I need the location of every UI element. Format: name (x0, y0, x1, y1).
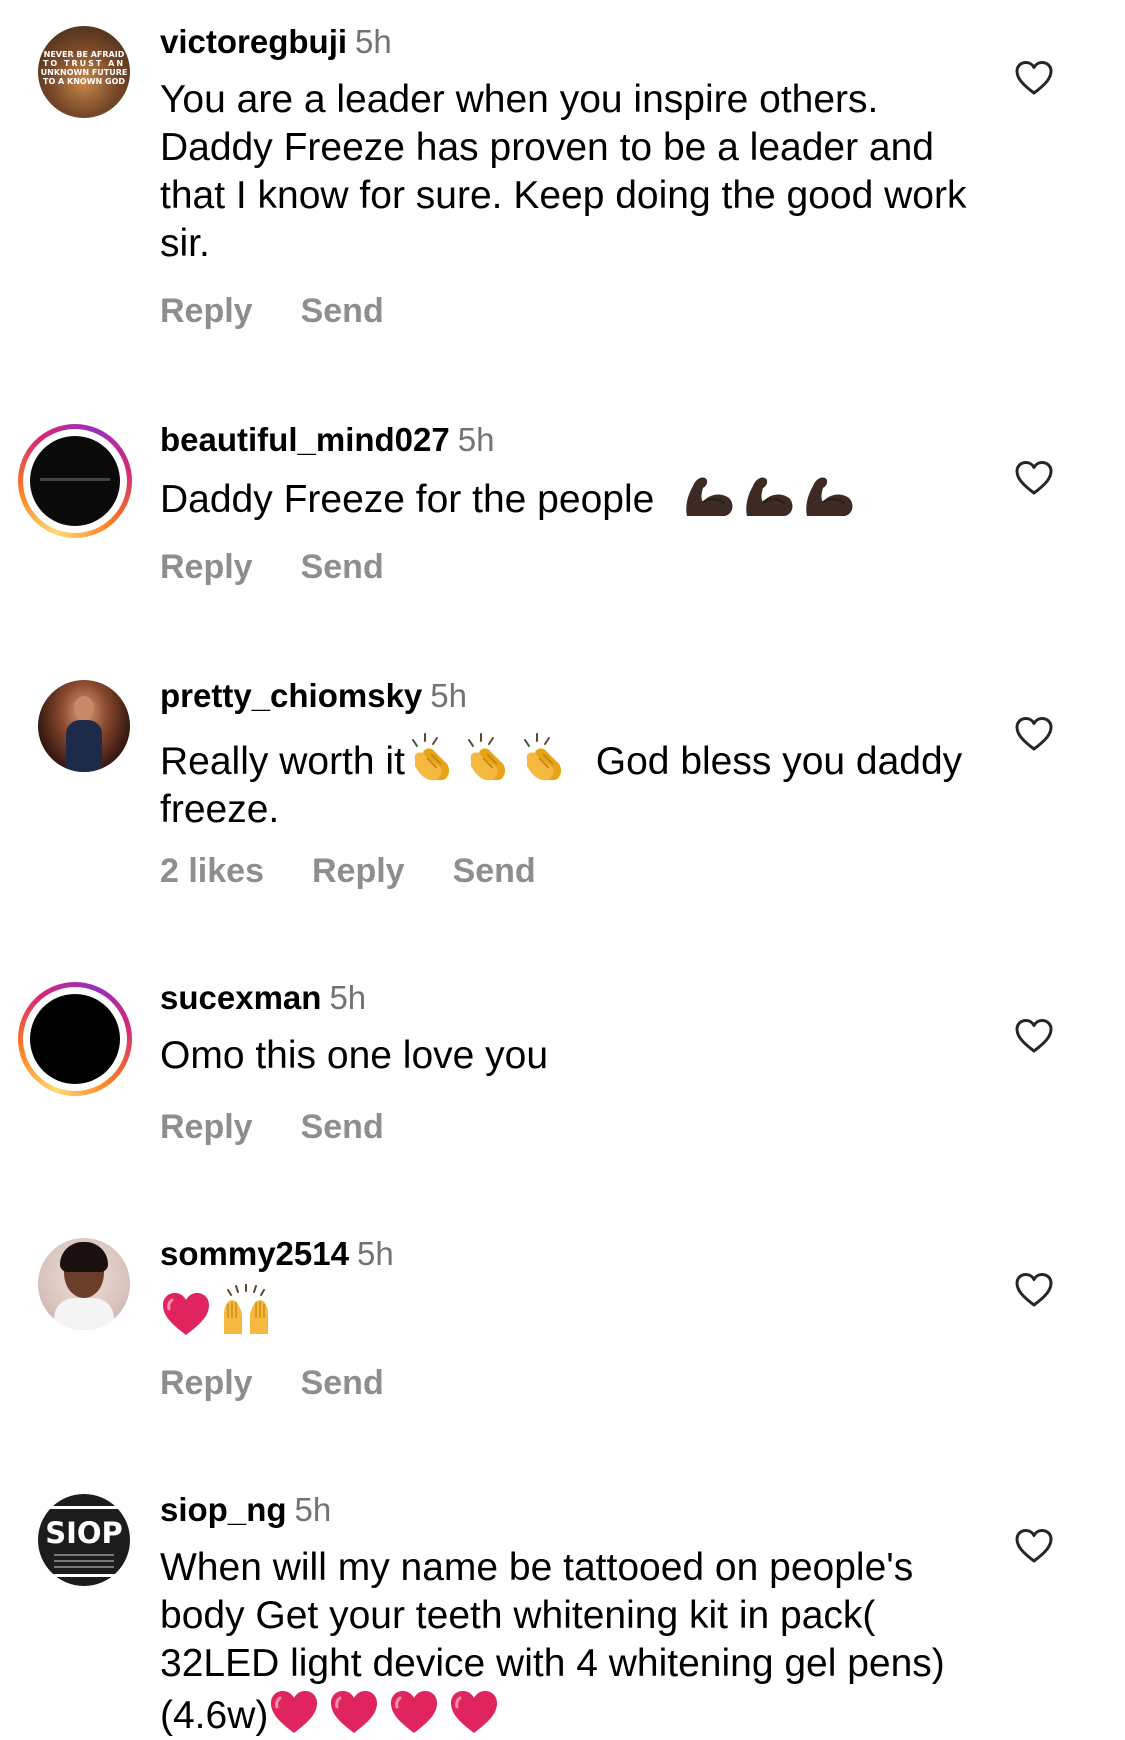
send-button[interactable]: Send (453, 852, 536, 890)
red-heart-emoji (160, 1290, 212, 1338)
username[interactable]: victoregbuji (160, 23, 347, 60)
username[interactable]: sommy2514 (160, 1235, 349, 1272)
timestamp: 5h (329, 979, 367, 1016)
timestamp: 5h (356, 1235, 394, 1272)
avatar-text-line: NEVER BE AFRAID (43, 50, 125, 59)
reply-button[interactable]: Reply (160, 548, 253, 586)
comment-text: When will my name be tattooed on people'… (160, 1544, 990, 1740)
heart-outline-icon[interactable] (1014, 1272, 1054, 1308)
raising-hands-emoji (218, 1284, 274, 1338)
flexed-biceps-emoji (801, 474, 855, 518)
avatar[interactable] (18, 424, 132, 538)
heart-outline-icon[interactable] (1014, 460, 1054, 496)
reply-button[interactable]: Reply (160, 1108, 253, 1146)
avatar[interactable] (18, 982, 132, 1096)
heart-outline-icon[interactable] (1014, 60, 1054, 96)
comment-header: siop_ng 5h (160, 1490, 331, 1530)
red-heart-emoji (268, 1688, 320, 1736)
clapping-hands-emoji (461, 730, 517, 784)
red-heart-emoji (448, 1688, 500, 1736)
comment-actions: Reply Send (160, 1108, 432, 1147)
comment-text (160, 1284, 990, 1342)
send-button[interactable]: Send (301, 292, 384, 330)
avatar-text-line: UNKNOWN FUTURE (40, 68, 128, 77)
heart-outline-icon[interactable] (1014, 1018, 1054, 1054)
comment-actions: Reply Send (160, 292, 432, 331)
send-button[interactable]: Send (301, 548, 384, 586)
comment-header: victoregbuji 5h (160, 22, 392, 62)
comment-actions: Reply Send (160, 548, 432, 587)
red-heart-emoji (388, 1688, 440, 1736)
comment-text: You are a leader when you inspire others… (160, 78, 967, 265)
send-button[interactable]: Send (301, 1108, 384, 1146)
reply-button[interactable]: Reply (160, 1364, 253, 1402)
timestamp: 5h (430, 677, 467, 714)
flexed-biceps-emoji (741, 474, 795, 518)
comment-text-content: Really worth it (160, 740, 405, 783)
comment-header: sommy2514 5h (160, 1234, 394, 1274)
timestamp: 5h (457, 421, 495, 458)
comment-header: pretty_chiomsky 5h (160, 676, 467, 716)
likes-count[interactable]: 2 likes (160, 852, 264, 890)
username[interactable]: pretty_chiomsky (160, 677, 422, 714)
timestamp: 5h (294, 1491, 332, 1528)
reply-button[interactable]: Reply (160, 292, 253, 330)
avatar-text-line: TO TRUST AN (42, 59, 126, 68)
username[interactable]: beautiful_mind027 (160, 421, 450, 458)
avatar-text-line: TO A KNOWN GOD (42, 77, 126, 86)
clapping-hands-emoji (405, 730, 461, 784)
avatar[interactable] (38, 680, 130, 772)
comment-text-content: Daddy Freeze for the people (160, 478, 655, 521)
comment-actions: Reply Send (160, 1364, 432, 1403)
username[interactable]: sucexman (160, 979, 321, 1016)
clapping-hands-emoji (517, 730, 573, 784)
avatar-text: SIOP (45, 1516, 123, 1550)
avatar[interactable]: SIOP (38, 1494, 130, 1586)
reply-button[interactable]: Reply (312, 852, 405, 890)
avatar[interactable] (38, 1238, 130, 1330)
comment-header: beautiful_mind027 5h (160, 420, 494, 460)
comment-text: Really worth it God bless you daddy free… (160, 730, 990, 834)
flexed-biceps-emoji (681, 474, 735, 518)
comment-text: Omo this one love you (160, 1034, 549, 1077)
send-button[interactable]: Send (301, 1364, 384, 1402)
comment-text: Daddy Freeze for the people (160, 474, 990, 524)
avatar[interactable]: NEVER BE AFRAID TO TRUST AN UNKNOWN FUTU… (38, 26, 130, 118)
username[interactable]: siop_ng (160, 1491, 287, 1528)
red-heart-emoji (328, 1688, 380, 1736)
timestamp: 5h (355, 23, 392, 60)
comment-header: sucexman 5h (160, 978, 366, 1018)
avatar-image (30, 994, 120, 1084)
heart-outline-icon[interactable] (1014, 716, 1054, 752)
avatar-image (30, 436, 120, 526)
heart-outline-icon[interactable] (1014, 1528, 1054, 1564)
comment-actions: 2 likes Reply Send (160, 852, 584, 891)
